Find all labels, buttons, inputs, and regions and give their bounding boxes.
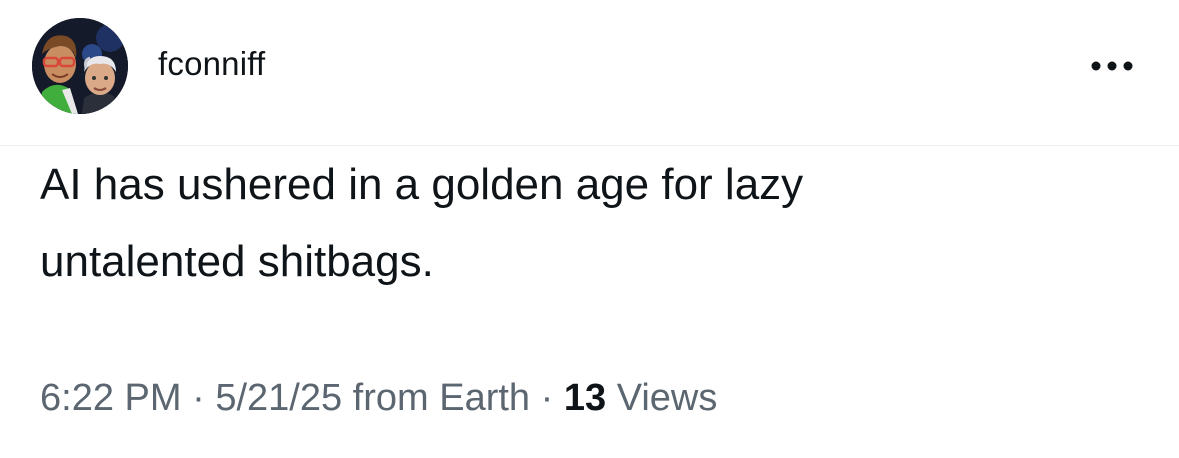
post-date[interactable]: 5/21/25 xyxy=(215,377,342,419)
profile-avatar[interactable] xyxy=(32,18,128,114)
author-username[interactable]: fconniff xyxy=(158,44,265,84)
post-location: from Earth xyxy=(352,377,531,419)
post-card: fconniff AI has ushered in a golden age … xyxy=(0,0,1179,458)
post-body-text: AI has ushered in a golden age for lazy … xyxy=(40,160,804,286)
views-label: Views xyxy=(616,377,718,419)
more-options-button[interactable] xyxy=(1082,52,1142,80)
meta-separator: · xyxy=(540,377,554,419)
profile-avatar-icon xyxy=(32,18,128,114)
post-header: fconniff xyxy=(0,0,1179,146)
post-time[interactable]: 6:22 PM xyxy=(40,377,182,419)
views-count[interactable]: 13 xyxy=(564,377,606,419)
post-meta: 6:22 PM · 5/21/25 from Earth · 13 Views xyxy=(40,374,717,422)
more-horizontal-icon xyxy=(1091,61,1133,71)
meta-separator: · xyxy=(192,377,205,419)
